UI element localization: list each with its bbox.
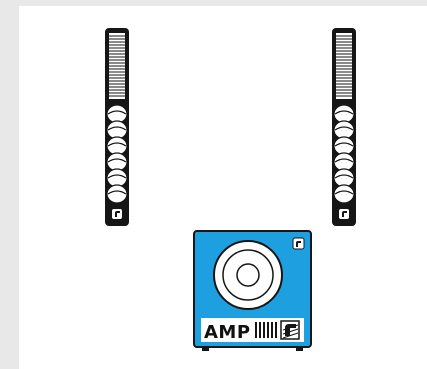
- amp-label: AMP: [204, 322, 251, 343]
- logo-badge-icon: [292, 237, 305, 250]
- left-column-speaker[interactable]: [105, 28, 129, 226]
- column-speaker-icon: [105, 28, 129, 226]
- logo-badge-icon: [112, 209, 122, 219]
- canvas-background: AMP: [0, 0, 427, 369]
- right-column-speaker[interactable]: [332, 28, 356, 226]
- logo-badge-icon: [339, 209, 349, 219]
- column-speaker-icon: [332, 28, 356, 226]
- amplifier[interactable]: AMP: [193, 230, 312, 354]
- content-panel: AMP: [19, 6, 427, 369]
